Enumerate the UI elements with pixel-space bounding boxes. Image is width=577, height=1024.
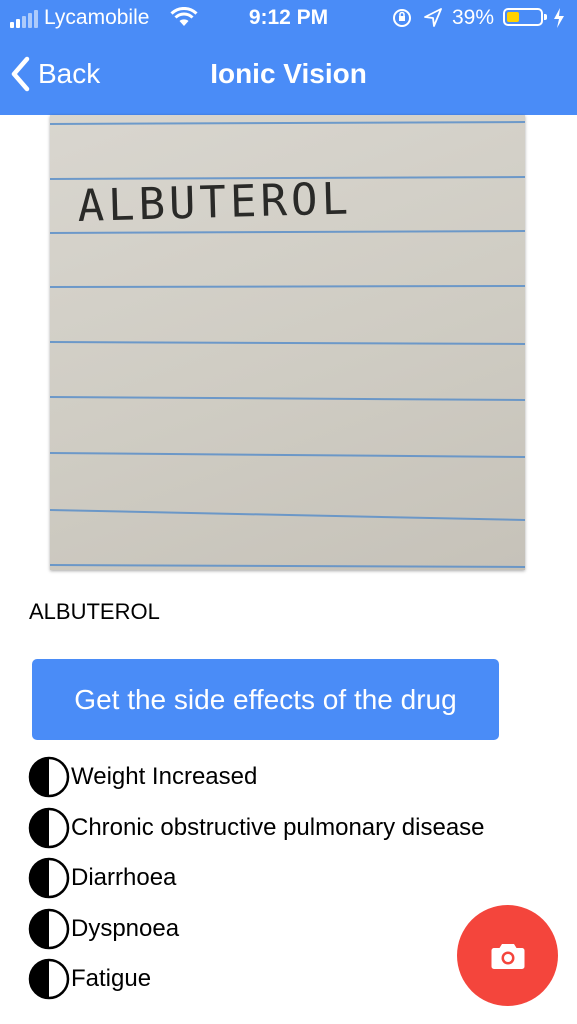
nav-bar: Back Ionic Vision — [0, 38, 577, 115]
location-arrow-icon — [424, 8, 442, 27]
side-effect-label: Diarrhoea — [71, 864, 177, 892]
list-item: Fatigue — [28, 954, 485, 1005]
list-item: Diarrhoea — [28, 853, 485, 904]
half-circle-icon — [28, 757, 70, 798]
page-title: Ionic Vision — [210, 58, 367, 89]
app-header: Lycamobile 9:12 PM 39% Back Ionic Vision — [0, 0, 577, 115]
side-effect-label: Weight Increased — [71, 763, 258, 791]
side-effects-list: Weight Increased Chronic obstructive pul… — [28, 752, 485, 1005]
handwritten-text: ALBUTEROL — [77, 173, 353, 232]
half-circle-icon — [28, 807, 70, 848]
half-circle-icon — [28, 908, 70, 949]
list-item: Dyspnoea — [28, 904, 485, 955]
camera-fab-button[interactable] — [457, 905, 558, 1006]
side-effect-label: Dyspnoea — [71, 914, 180, 942]
battery-icon — [503, 8, 547, 26]
status-bar: Lycamobile 9:12 PM 39% — [0, 0, 577, 38]
camera-icon — [491, 943, 524, 969]
charging-bolt-icon — [554, 8, 564, 28]
half-circle-icon — [28, 858, 70, 899]
side-effect-label: Chronic obstructive pulmonary disease — [71, 813, 485, 841]
battery-percent: 39% — [452, 6, 495, 29]
list-item: Chronic obstructive pulmonary disease — [28, 803, 485, 854]
list-item: Weight Increased — [28, 752, 485, 803]
notebook-lines: ALBUTEROL — [50, 121, 525, 568]
get-side-effects-button[interactable]: Get the side effects of the drug — [32, 659, 499, 740]
half-circle-icon — [28, 959, 70, 1000]
detected-drug-name: ALBUTEROL — [29, 599, 160, 624]
orientation-lock-icon — [393, 9, 411, 27]
captured-photo: ALBUTEROL — [50, 115, 525, 570]
side-effect-label: Fatigue — [71, 965, 152, 993]
